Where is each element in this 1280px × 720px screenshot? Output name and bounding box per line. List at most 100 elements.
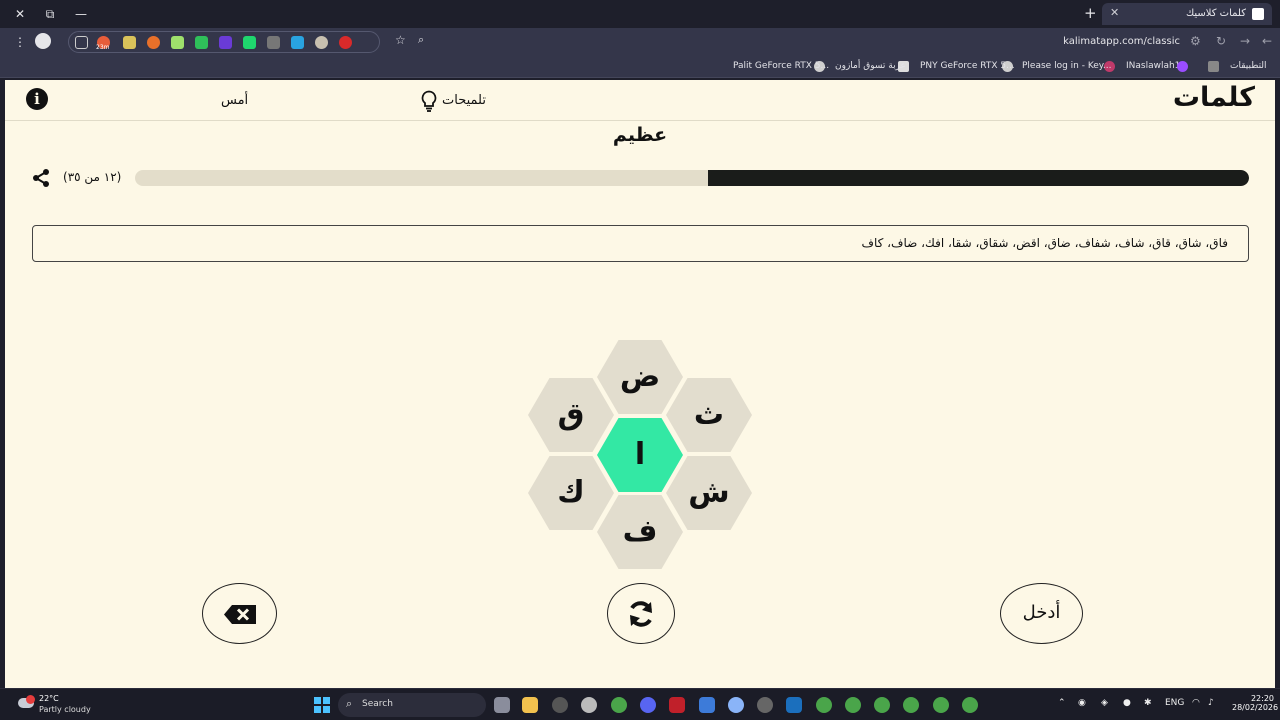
volume-icon[interactable]: ♪ bbox=[1208, 698, 1214, 708]
taskbar-app-icon[interactable] bbox=[728, 697, 744, 713]
file-explorer-icon[interactable] bbox=[522, 697, 538, 713]
weather-temp: 22°C bbox=[39, 694, 59, 703]
new-tab-button[interactable]: + bbox=[1084, 4, 1097, 22]
tray-app-icon[interactable]: ✱ bbox=[1144, 698, 1152, 708]
extension-icon[interactable] bbox=[339, 36, 352, 49]
hints-label: تلميحات bbox=[442, 93, 486, 108]
chrome-profile-icon[interactable] bbox=[874, 697, 890, 713]
forward-icon[interactable]: → bbox=[1240, 34, 1250, 48]
site-settings-icon[interactable]: ⚙ bbox=[1190, 34, 1201, 48]
taskbar-app-icon[interactable] bbox=[699, 697, 715, 713]
taskbar-app-icon[interactable] bbox=[669, 697, 685, 713]
windows-taskbar: 22°C Partly cloudy ⌕ Search ⌃ ◉ ◈ ● ✱ EN… bbox=[0, 688, 1280, 720]
tray-app-icon[interactable]: ◈ bbox=[1101, 698, 1108, 708]
language-indicator[interactable]: ENG bbox=[1165, 698, 1184, 708]
bookmarks-bar: التطبيقات INaslawlah18 Please log in - K… bbox=[0, 56, 1280, 78]
letter-tile-bottom-right[interactable]: ش bbox=[666, 456, 752, 530]
letter-tile-bottom-left[interactable]: ك bbox=[528, 456, 614, 530]
taskbar-app-icon[interactable] bbox=[552, 697, 568, 713]
chrome-profile-icon[interactable] bbox=[845, 697, 861, 713]
clock-time: 22:20 bbox=[1250, 694, 1274, 703]
enter-button[interactable]: أدخل bbox=[1000, 583, 1083, 644]
chrome-profile-icon[interactable] bbox=[903, 697, 919, 713]
steam-app-icon[interactable] bbox=[786, 697, 802, 713]
system-clock[interactable]: 22:20 28/02/2026 bbox=[1232, 694, 1279, 712]
bookmark-item[interactable]: PNY GeForce RTX 5... bbox=[920, 61, 1015, 71]
refresh-icon bbox=[630, 601, 652, 627]
weather-icon[interactable] bbox=[18, 695, 36, 711]
tab-close-icon[interactable]: ✕ bbox=[1110, 6, 1119, 19]
windows-start-icon[interactable] bbox=[314, 697, 330, 713]
chrome-profile-icon[interactable] bbox=[962, 697, 978, 713]
taskbar-search[interactable]: ⌕ Search bbox=[338, 693, 486, 717]
enter-label: أدخل bbox=[1022, 602, 1061, 623]
found-words-box[interactable]: فاق، شاق، قاق، شاف، شفاف، ضاق، اقض، شقاق… bbox=[32, 225, 1249, 262]
close-window-icon[interactable]: ✕ bbox=[11, 5, 29, 23]
bookmark-star-icon[interactable]: ☆ bbox=[395, 33, 406, 47]
bookmark-item[interactable]: Palit GeForce RTX 5... bbox=[733, 61, 829, 71]
extension-icon[interactable] bbox=[195, 36, 208, 49]
tray-app-icon[interactable]: ◉ bbox=[1078, 698, 1086, 708]
bookmark-item[interactable]: Please log in - Key... bbox=[1022, 61, 1111, 71]
letter: ض bbox=[619, 359, 661, 394]
restore-window-icon[interactable]: ⧉ bbox=[41, 5, 59, 23]
letter: ف bbox=[622, 514, 658, 549]
game-page: كلمات تلميحات أمس i عظيم (١٢ من ٣٥) فاق،… bbox=[5, 80, 1275, 688]
microphone-icon[interactable]: ● bbox=[1123, 698, 1131, 708]
minimize-window-icon[interactable]: — bbox=[72, 5, 90, 23]
letter: ا bbox=[634, 437, 646, 472]
discord-icon[interactable] bbox=[640, 697, 656, 713]
bookmark-item[interactable]: عربة تسوق أمازون bbox=[835, 61, 906, 71]
mute-icon[interactable] bbox=[267, 36, 280, 49]
extension-icon[interactable] bbox=[123, 36, 136, 49]
extension-icon[interactable] bbox=[243, 36, 256, 49]
wifi-icon[interactable]: ◠ bbox=[1192, 698, 1200, 708]
bookmark-apps[interactable]: التطبيقات bbox=[1230, 61, 1267, 71]
extension-icon[interactable] bbox=[219, 36, 232, 49]
rank-title: عظيم bbox=[612, 124, 668, 146]
letter-tile-top-left[interactable]: ق bbox=[528, 378, 614, 452]
task-view-icon[interactable] bbox=[494, 697, 510, 713]
address-bar-url[interactable]: kalimatapp.com/classic bbox=[1063, 36, 1180, 47]
share-icon[interactable] bbox=[31, 168, 51, 188]
tab-favicon-icon bbox=[1252, 8, 1264, 20]
translate-icon[interactable] bbox=[291, 36, 304, 49]
backspace-icon bbox=[224, 605, 256, 624]
delete-button[interactable] bbox=[202, 583, 277, 644]
progress-bar bbox=[135, 170, 1249, 186]
taskbar-app-icon[interactable] bbox=[757, 697, 773, 713]
chrome-profile-icon[interactable] bbox=[933, 697, 949, 713]
steam-icon[interactable] bbox=[581, 697, 597, 713]
letter-tile-bottom[interactable]: ف bbox=[597, 495, 683, 569]
yesterday-link[interactable]: أمس bbox=[221, 93, 248, 108]
letter-tile-top-right[interactable]: ث bbox=[666, 378, 752, 452]
browser-menu-icon[interactable]: ⋮ bbox=[11, 33, 29, 51]
shuffle-button[interactable] bbox=[607, 583, 675, 644]
letter-tile-top[interactable]: ض bbox=[597, 340, 683, 414]
extension-icon[interactable] bbox=[75, 36, 88, 49]
search-label: Search bbox=[362, 699, 393, 709]
info-icon[interactable]: i bbox=[26, 88, 48, 110]
extension-badge: 23m bbox=[96, 44, 110, 51]
chrome-profile-icon[interactable] bbox=[816, 697, 832, 713]
browser-tab-active[interactable]: كلمات كلاسيك ✕ bbox=[1102, 3, 1272, 25]
weather-desc: Partly cloudy bbox=[39, 705, 91, 714]
chrome-icon[interactable] bbox=[611, 697, 627, 713]
app-logo[interactable]: كلمات bbox=[1173, 82, 1255, 113]
extension-icon[interactable] bbox=[147, 36, 160, 49]
search-icon: ⌕ bbox=[346, 697, 353, 710]
reload-icon[interactable]: ↻ bbox=[1216, 34, 1226, 48]
progress-fill bbox=[707, 170, 1249, 186]
letter: ث bbox=[693, 397, 725, 432]
zoom-icon[interactable]: ⌕ bbox=[418, 33, 424, 47]
tray-overflow-icon[interactable]: ⌃ bbox=[1058, 698, 1066, 708]
app-header: كلمات تلميحات أمس i bbox=[5, 80, 1275, 121]
browser-tab-bar: ✕ ⧉ — + كلمات كلاسيك ✕ bbox=[0, 0, 1280, 28]
extension-icon[interactable] bbox=[171, 36, 184, 49]
extension-icon[interactable] bbox=[315, 36, 328, 49]
clock-date: 28/02/2026 bbox=[1232, 703, 1279, 712]
profile-avatar-icon[interactable] bbox=[35, 33, 51, 49]
letter-tile-center[interactable]: ا bbox=[597, 418, 683, 492]
back-icon[interactable]: ← bbox=[1262, 34, 1272, 48]
letter: ق bbox=[557, 397, 585, 432]
